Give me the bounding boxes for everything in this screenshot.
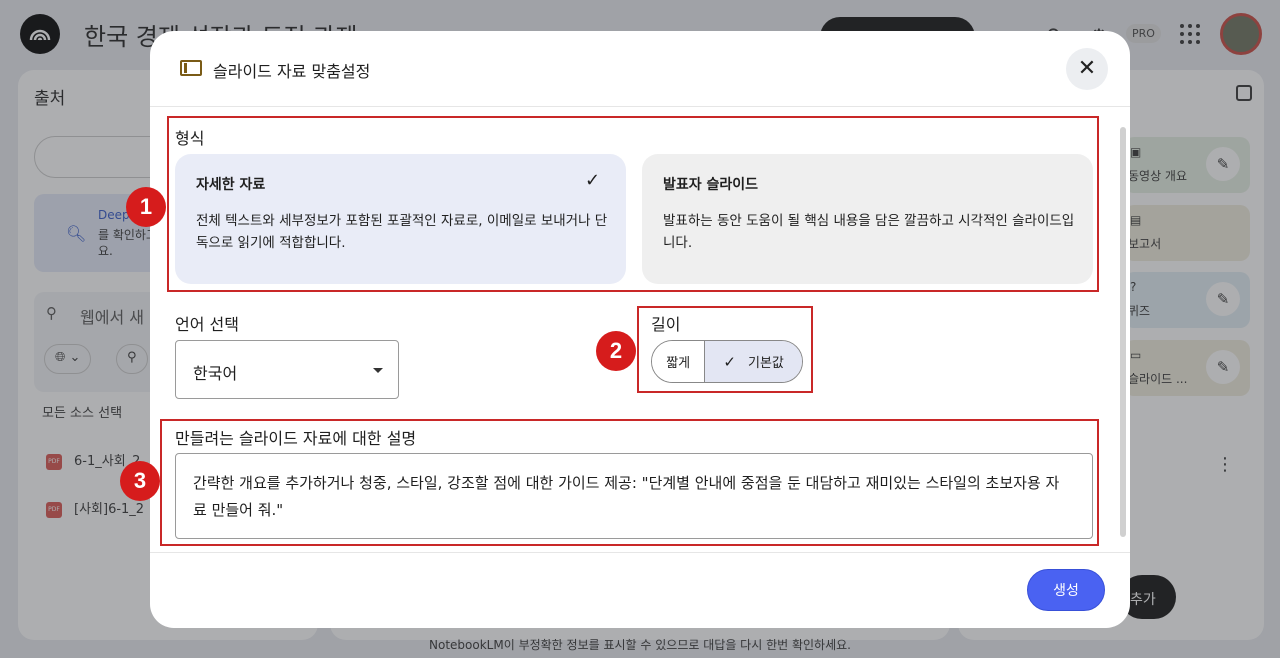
dropdown-arrow-icon (373, 368, 383, 373)
language-value: 한국어 (193, 364, 238, 383)
language-select[interactable]: 한국어 (175, 340, 399, 399)
dialog-title: 슬라이드 자료 맞춤설정 (213, 62, 371, 81)
annotation-number: 3 (120, 461, 160, 501)
close-button[interactable]: ✕ (1066, 48, 1108, 90)
annotation-box-description (160, 419, 1099, 546)
dialog-footer-divider (150, 552, 1130, 553)
annotation-number: 2 (596, 331, 636, 371)
slides-icon (180, 60, 202, 76)
dialog-scrollbar[interactable] (1120, 127, 1126, 537)
language-label: 언어 선택 (175, 315, 239, 334)
annotation-box-format (167, 116, 1099, 292)
dialog-header: 슬라이드 자료 맞춤설정 ✕ (150, 31, 1130, 107)
annotation-number: 1 (126, 187, 166, 227)
annotation-box-length (637, 306, 813, 393)
generate-button[interactable]: 생성 (1027, 569, 1105, 611)
